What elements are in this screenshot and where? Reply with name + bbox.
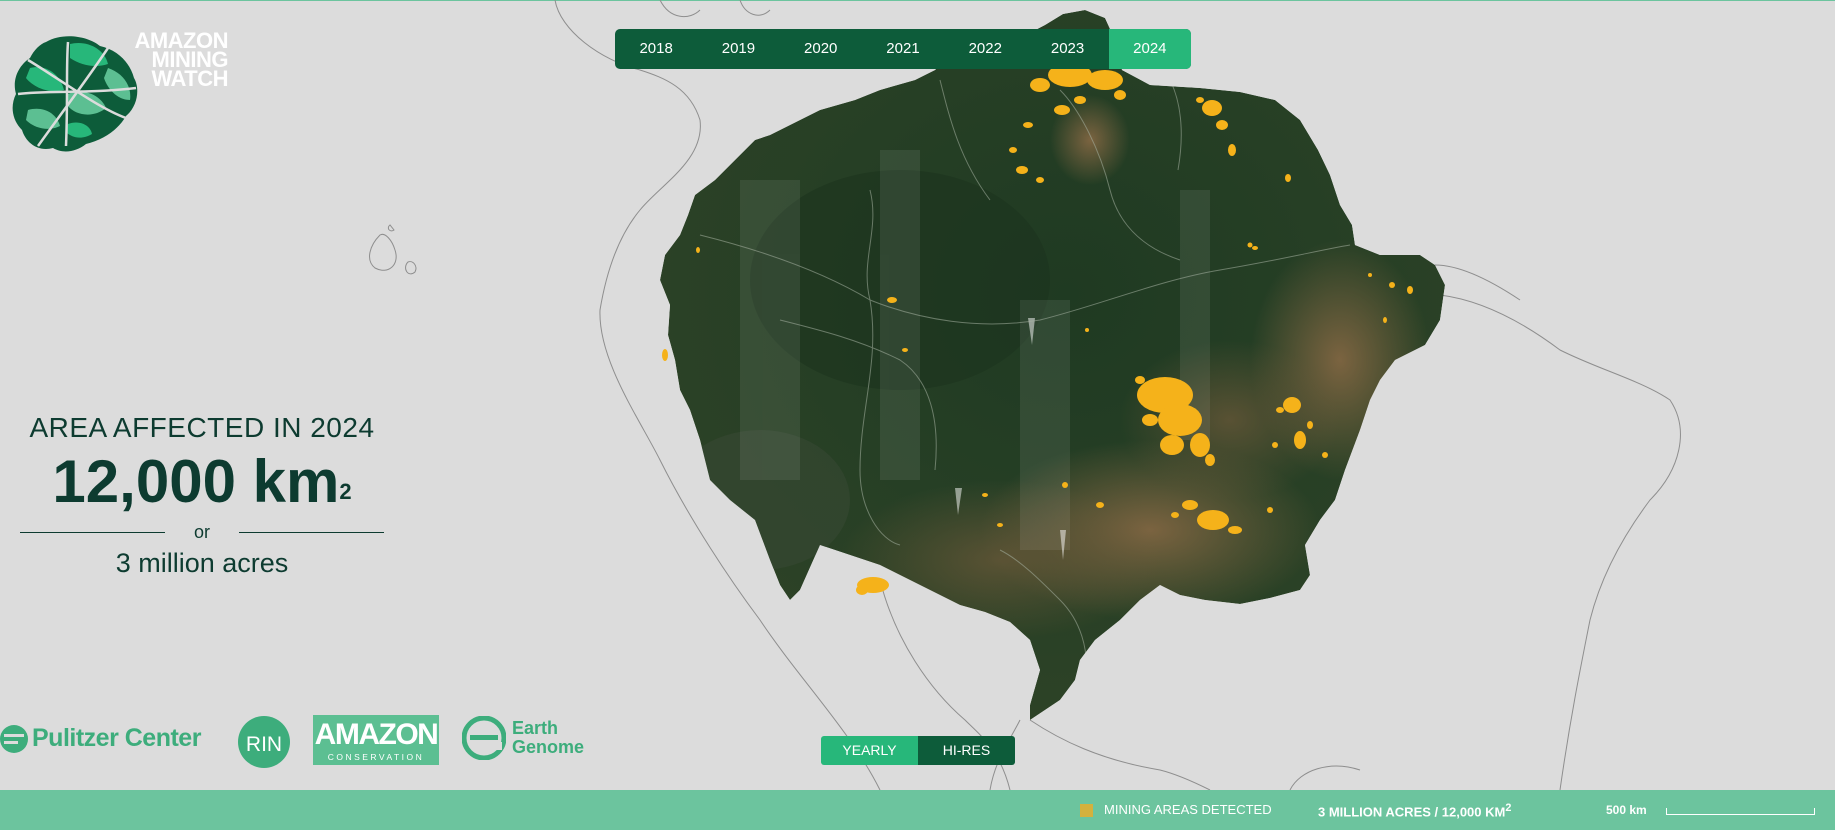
footer-bar: MINING AREAS DETECTED 3 MILLION ACRES / … — [0, 790, 1835, 830]
amazon-conservation-logo[interactable]: AMAZON CONSERVATION — [313, 715, 439, 765]
stats-title: AREA AFFECTED IN 2024 — [29, 412, 375, 443]
year-tab-2019[interactable]: 2019 — [697, 29, 779, 69]
or-divider: or — [20, 520, 384, 544]
rin-label: RIN — [245, 733, 283, 756]
legend-label: MINING AREAS DETECTED — [1104, 802, 1272, 817]
scale-bar — [1666, 808, 1815, 815]
area-value-number: 12,000 km — [52, 448, 340, 515]
area-stats-panel: AREA AFFECTED IN 2024 12,000 km2 or 3 mi… — [20, 410, 384, 579]
amazon-conservation-small: CONSERVATION — [327, 752, 425, 762]
partner-logos: Pulitzer Center RIN AMAZON CONSERVATION … — [0, 712, 600, 768]
area-value: 12,000 km2 — [20, 450, 384, 514]
hi-res-button[interactable]: HI-RES — [918, 736, 1015, 765]
year-tab-2018[interactable]: 2018 — [615, 29, 697, 69]
earth-genome-line: Genome — [512, 737, 585, 757]
footer-total-sup: 2 — [1505, 802, 1512, 814]
area-value-sup: 2 — [339, 479, 352, 504]
or-label: or — [193, 522, 210, 542]
earth-genome-icon — [462, 716, 506, 760]
year-tab-2020[interactable]: 2020 — [780, 29, 862, 69]
footer-total: 3 MILLION ACRES / 12,000 KM2 — [1318, 802, 1511, 819]
divider-line — [20, 532, 165, 533]
scale-label: 500 km — [1606, 803, 1647, 817]
year-tab-2023[interactable]: 2023 — [1026, 29, 1108, 69]
mining-legend-swatch — [1080, 804, 1093, 817]
divider-line — [239, 532, 384, 533]
footer-total-text: 3 MILLION ACRES / 12,000 KM — [1318, 804, 1506, 820]
logo-line: WATCH — [151, 66, 228, 91]
earth-genome-line: Earth — [512, 718, 559, 738]
amazon-conservation-big: AMAZON — [314, 718, 439, 751]
yearly-button[interactable]: YEARLY — [821, 736, 918, 765]
pulitzer-center-logo[interactable]: Pulitzer Center — [0, 724, 201, 753]
earth-genome-label: Earth Genome — [512, 719, 584, 757]
amazon-map[interactable] — [0, 0, 1835, 790]
year-tab-2021[interactable]: 2021 — [862, 29, 944, 69]
rin-logo[interactable]: RIN — [238, 716, 290, 768]
year-selector: 2018 2019 2020 2021 2022 2023 2024 — [615, 29, 1191, 69]
year-tab-2022[interactable]: 2022 — [944, 29, 1026, 69]
pulitzer-mark-icon — [0, 724, 28, 753]
earth-genome-logo[interactable]: Earth Genome — [462, 716, 584, 760]
satellite-layer — [660, 10, 1445, 720]
area-acres: 3 million acres — [115, 548, 289, 578]
imagery-mode-toggle: YEARLY HI-RES — [821, 736, 1015, 765]
logo-wordmark: AMAZON MINING WATCH — [108, 30, 228, 91]
year-tab-2024[interactable]: 2024 — [1108, 29, 1191, 69]
amazon-mining-watch-logo[interactable]: AMAZON MINING WATCH — [8, 28, 229, 158]
pulitzer-label: Pulitzer Center — [32, 724, 201, 752]
